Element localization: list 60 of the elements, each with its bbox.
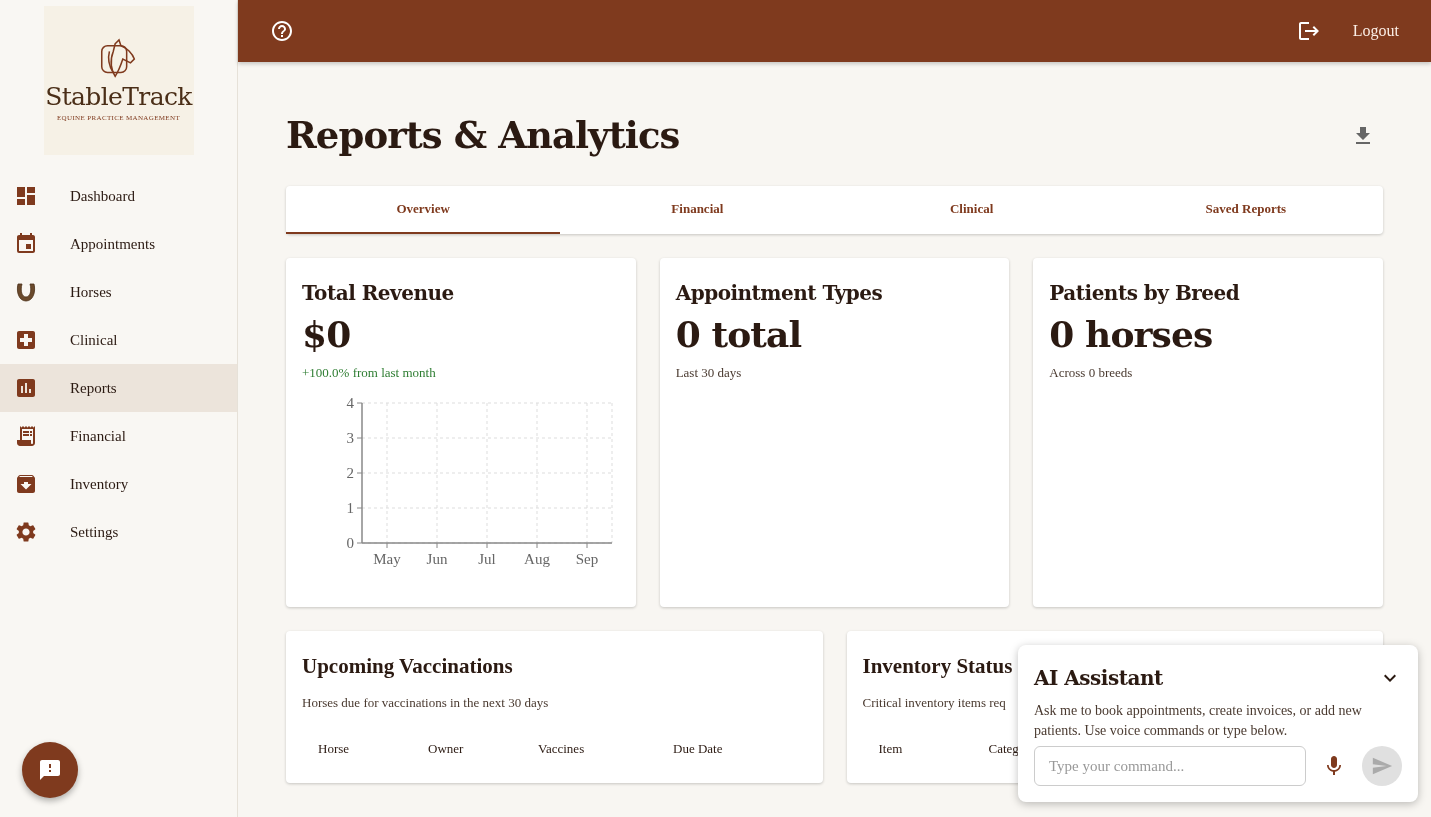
column-header: Vaccines: [538, 741, 585, 756]
y-tick-label: 4: [346, 395, 354, 411]
send-icon: [1371, 755, 1393, 777]
sidebar-item[interactable]: Clinical: [0, 316, 237, 364]
column-header: Horse: [318, 741, 350, 756]
feedback-button[interactable]: [22, 742, 78, 798]
card-title: Appointment Types: [675, 279, 884, 307]
card-title: Patients by Breed: [1049, 279, 1241, 307]
stat-note: Across 0 breeds: [1049, 363, 1134, 382]
x-tick-label: Jun: [426, 551, 448, 567]
card-title: Inventory Status: [862, 653, 1013, 678]
sidebar-item[interactable]: Settings: [0, 508, 237, 556]
horseshoe-icon: [14, 280, 38, 304]
page-title: Reports & Analytics: [286, 112, 680, 159]
sidebar-item[interactable]: Reports: [0, 364, 237, 412]
tab[interactable]: Saved Reports: [1108, 185, 1383, 234]
calendar-icon: [14, 232, 38, 256]
medical-cross-icon: [14, 328, 38, 352]
logout-button[interactable]: Logout: [1352, 19, 1399, 43]
help-icon[interactable]: [270, 19, 294, 43]
sidebar-item[interactable]: Horses: [0, 268, 237, 316]
column-header: Owner: [428, 741, 464, 756]
y-tick-label: 2: [346, 465, 354, 481]
archive-box-icon: [14, 472, 38, 496]
y-tick-label: 3: [346, 430, 354, 446]
y-tick-label: 1: [346, 500, 354, 516]
bar-chart-icon: [14, 376, 38, 400]
assistant-title: AI Assistant: [1034, 665, 1163, 692]
stat-value: $0: [302, 311, 352, 357]
card-subtitle: Horses due for vaccinations in the next 30 days: [302, 695, 549, 710]
receipt-icon: [14, 424, 38, 448]
tab[interactable]: Clinical: [834, 185, 1109, 234]
card-subtitle: Critical inventory items req: [862, 695, 1006, 710]
settings-icon: [14, 520, 38, 544]
x-tick-label: Jul: [478, 551, 496, 567]
stat-note: +100.0% from last month: [302, 363, 437, 382]
tab[interactable]: Financial: [560, 185, 835, 234]
command-input[interactable]: Type your command...: [1034, 746, 1306, 786]
stat-value: 0 horses: [1049, 311, 1214, 357]
x-tick-label: Sep: [575, 551, 599, 567]
card-title: Upcoming Vaccinations: [302, 653, 513, 678]
y-tick-label: 0: [346, 535, 354, 551]
sidebar-item[interactable]: Appointments: [0, 220, 237, 268]
tab[interactable]: Overview: [286, 185, 561, 234]
brand-name: StableTrack: [45, 83, 192, 109]
sidebar-item[interactable]: Inventory: [0, 460, 237, 508]
sidebar-item[interactable]: Dashboard: [0, 172, 237, 220]
stat-value: 0 total: [675, 311, 803, 357]
dashboard-icon: [14, 184, 38, 208]
feedback-icon: [38, 758, 62, 782]
x-tick-label: Aug: [524, 551, 550, 567]
sidebar-item[interactable]: Financial: [0, 412, 237, 460]
x-tick-label: May: [373, 551, 401, 567]
card-title: Total Revenue: [302, 279, 455, 307]
assistant-description: Ask me to book appointments, create invoices, or add new patients. Use voice commands or type below.: [1034, 702, 1363, 740]
column-header: Item: [878, 741, 903, 756]
column-header: Due Date: [673, 741, 723, 756]
stat-note: Last 30 days: [675, 363, 743, 382]
column-header: Categ: [988, 741, 1019, 756]
logout-icon[interactable]: [1296, 19, 1321, 43]
